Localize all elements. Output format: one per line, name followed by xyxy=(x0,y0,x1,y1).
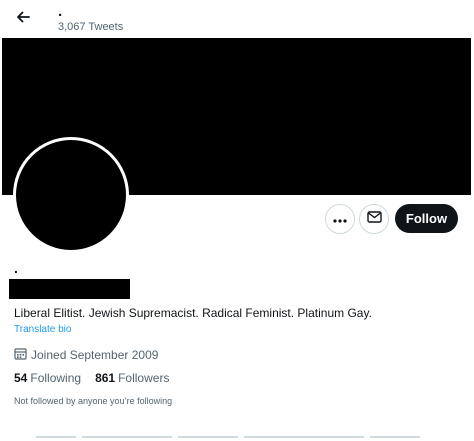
more-button[interactable] xyxy=(325,204,355,234)
joined-text: Joined September 2009 xyxy=(31,348,159,362)
back-button[interactable] xyxy=(10,6,36,32)
tweet-count: 3,067 Tweets xyxy=(58,21,124,33)
avatar[interactable] xyxy=(13,137,129,253)
follow-stats: 54 Following 861 Followers xyxy=(14,371,183,385)
redacted-handle xyxy=(9,279,130,299)
translate-bio-link[interactable]: Translate bio xyxy=(14,324,71,335)
followers-count: 861 xyxy=(95,371,116,385)
message-button[interactable] xyxy=(359,204,389,234)
profile-header: . 3,067 Tweets xyxy=(0,0,474,38)
following-count: 54 xyxy=(14,371,28,385)
following-label: Following xyxy=(30,371,82,385)
joined-date: Joined September 2009 xyxy=(14,347,158,363)
arrow-left-icon xyxy=(15,9,31,30)
display-name: . xyxy=(14,260,18,276)
followers-link[interactable]: 861 Followers xyxy=(95,371,169,385)
cut-off-content xyxy=(36,436,420,438)
follow-button[interactable]: Follow xyxy=(395,204,458,233)
envelope-icon xyxy=(366,210,382,228)
more-icon xyxy=(333,210,347,228)
followers-label: Followers xyxy=(118,371,170,385)
profile-bio: Liberal Elitist. Jewish Supremacist. Rad… xyxy=(14,306,372,320)
not-followed-notice: Not followed by anyone you’re following xyxy=(14,396,173,406)
following-link[interactable]: 54 Following xyxy=(14,371,81,385)
header-display-name: . xyxy=(58,3,63,20)
calendar-icon xyxy=(14,347,31,363)
